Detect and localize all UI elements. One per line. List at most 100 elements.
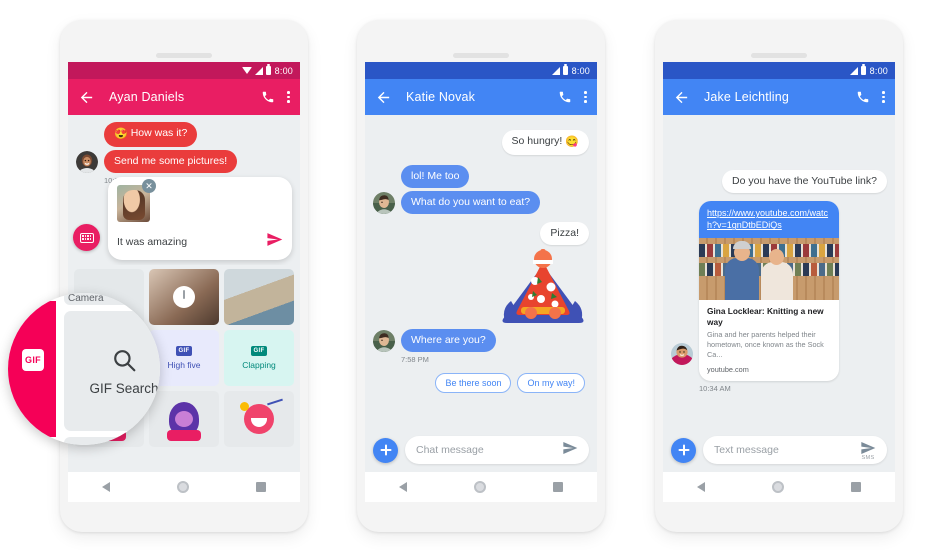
wifi-icon — [241, 67, 252, 74]
phone-call-icon[interactable] — [856, 90, 870, 104]
conversation-title: Jake Leichtling — [704, 90, 789, 104]
overflow-menu-icon[interactable] — [287, 91, 290, 103]
keyboard-toggle-button[interactable] — [73, 224, 100, 251]
back-arrow-icon[interactable] — [673, 89, 690, 106]
compose-input[interactable]: It was amazing — [117, 236, 187, 248]
tray-item-sticker[interactable] — [224, 391, 294, 447]
send-icon[interactable] — [562, 440, 578, 461]
message-input-bar: Chat message — [365, 428, 597, 472]
message-input-bar: Text message SMS — [663, 428, 895, 472]
message-bubble[interactable]: Pizza! — [540, 222, 589, 246]
overflow-menu-icon[interactable] — [882, 91, 885, 103]
message-bubble[interactable]: Where are you? — [401, 329, 496, 353]
message-row: So hungry! 😋 — [373, 130, 589, 155]
person-man — [725, 241, 759, 301]
status-time: 8:00 — [274, 65, 293, 76]
message-bubble[interactable]: Send me some pictures! — [104, 149, 238, 173]
back-arrow-icon[interactable] — [375, 89, 392, 106]
sticker-dot — [240, 402, 249, 411]
add-attachment-icon[interactable] — [671, 437, 696, 463]
message-text: So hungry! — [511, 135, 563, 147]
status-bar: 8:00 — [365, 62, 597, 79]
avatar — [671, 343, 693, 365]
link-metadata: Gina Locklear: Knitting a new way Gina a… — [699, 300, 839, 380]
message-row-link-card: https://www.youtube.com/watch?v=1gnDtbED… — [699, 201, 887, 381]
message-row: 😍 How was it? — [104, 122, 292, 147]
avatar — [373, 330, 395, 353]
message-bubble[interactable]: 😍 How was it? — [104, 122, 198, 147]
message-bubble[interactable]: lol! Me too — [401, 164, 470, 188]
youtube-link-card[interactable]: https://www.youtube.com/watch?v=1gnDtbED… — [699, 201, 839, 381]
smart-reply-chip[interactable]: On my way! — [517, 373, 585, 394]
nav-back-icon[interactable] — [398, 482, 407, 492]
conversation-katie: So hungry! 😋 lol! Me too What do you wan… — [365, 115, 597, 472]
chat-message-input[interactable]: Chat message — [405, 436, 589, 464]
android-nav-bar — [68, 472, 300, 502]
phone-call-icon[interactable] — [558, 90, 572, 104]
message-text: Send me some pictures! — [114, 154, 228, 167]
nav-recents-icon[interactable] — [851, 482, 862, 492]
message-bubble[interactable]: Do you have the YouTube link? — [722, 170, 887, 194]
earpiece-speaker — [453, 53, 509, 58]
battery-icon — [860, 64, 866, 75]
monster-sticker-icon — [167, 402, 201, 441]
compose-card: ✕ It was amazing — [108, 177, 292, 260]
phone-device-jake: 8:00 Jake Leichtling Do you have the You… — [655, 20, 903, 532]
avatar-wrap — [671, 343, 699, 365]
phone-screen-katie: 8:00 Katie Novak So hungry! 😋 lol! Me to… — [365, 62, 597, 472]
shutter-icon — [173, 286, 195, 308]
message-row: Pizza! — [373, 222, 589, 246]
app-bar: Jake Leichtling — [663, 79, 895, 115]
message-bubble[interactable]: What do you want to eat? — [401, 190, 541, 214]
people-photo — [699, 241, 839, 301]
nav-back-icon[interactable] — [696, 482, 705, 492]
compose-row: It was amazing — [117, 231, 283, 253]
message-bubble[interactable]: So hungry! 😋 — [501, 130, 589, 155]
remove-attachment-icon[interactable]: ✕ — [142, 179, 156, 193]
message-text: Where are you? — [411, 334, 486, 347]
heart-eyes-emoji: 😍 — [114, 128, 128, 140]
link-description: Gina and her parents helped their hometo… — [707, 330, 824, 359]
send-icon[interactable] — [266, 231, 283, 253]
back-arrow-icon[interactable] — [78, 89, 95, 106]
nav-home-icon[interactable] — [771, 481, 784, 493]
gif-badge-icon: GIF — [22, 349, 44, 371]
earpiece-speaker — [751, 53, 807, 58]
search-icon — [111, 347, 137, 373]
message-row: Do you have the YouTube link? — [671, 170, 887, 194]
magnified-gif-search-tile[interactable]: GIF Search — [64, 311, 160, 431]
message-text: How was it? — [130, 127, 188, 139]
phone-call-icon[interactable] — [261, 90, 275, 104]
send-sms-button[interactable]: SMS — [860, 440, 876, 461]
signal-icon — [551, 66, 560, 75]
nav-recents-icon[interactable] — [553, 482, 564, 492]
nav-home-icon[interactable] — [176, 481, 189, 493]
message-row: Where are you? — [373, 329, 589, 353]
phone-device-katie: 8:00 Katie Novak So hungry! 😋 lol! Me to… — [357, 20, 605, 532]
tray-item-label: High five — [167, 360, 201, 370]
message-text: Do you have the YouTube link? — [732, 175, 877, 187]
message-text: lol! Me too — [411, 169, 460, 182]
battery-icon — [265, 64, 271, 75]
status-icons — [849, 64, 866, 75]
add-attachment-icon[interactable] — [373, 437, 398, 463]
nav-recents-icon[interactable] — [256, 482, 267, 492]
message-text: Pizza! — [550, 227, 579, 239]
text-message-input[interactable]: Text message SMS — [703, 436, 887, 464]
app-bar: Ayan Daniels — [68, 79, 300, 115]
send-icon — [861, 441, 876, 454]
tray-item-photo[interactable] — [224, 269, 294, 325]
battery-icon — [562, 64, 568, 75]
overflow-menu-icon[interactable] — [584, 91, 587, 103]
link-url[interactable]: https://www.youtube.com/watch?v=1gnDtbED… — [699, 201, 839, 239]
conversation-title: Katie Novak — [406, 90, 476, 104]
avatar — [373, 192, 395, 214]
phone-screen-jake: 8:00 Jake Leichtling Do you have the You… — [663, 62, 895, 472]
pizza-sticker[interactable] — [497, 247, 589, 325]
nav-back-icon[interactable] — [101, 482, 110, 492]
nav-home-icon[interactable] — [473, 481, 486, 493]
message-text: What do you want to eat? — [411, 195, 531, 208]
status-time: 8:00 — [869, 65, 888, 76]
smart-reply-chip[interactable]: Be there soon — [435, 373, 512, 394]
tray-item-gif-clapping[interactable]: GIF Clapping — [224, 330, 294, 386]
